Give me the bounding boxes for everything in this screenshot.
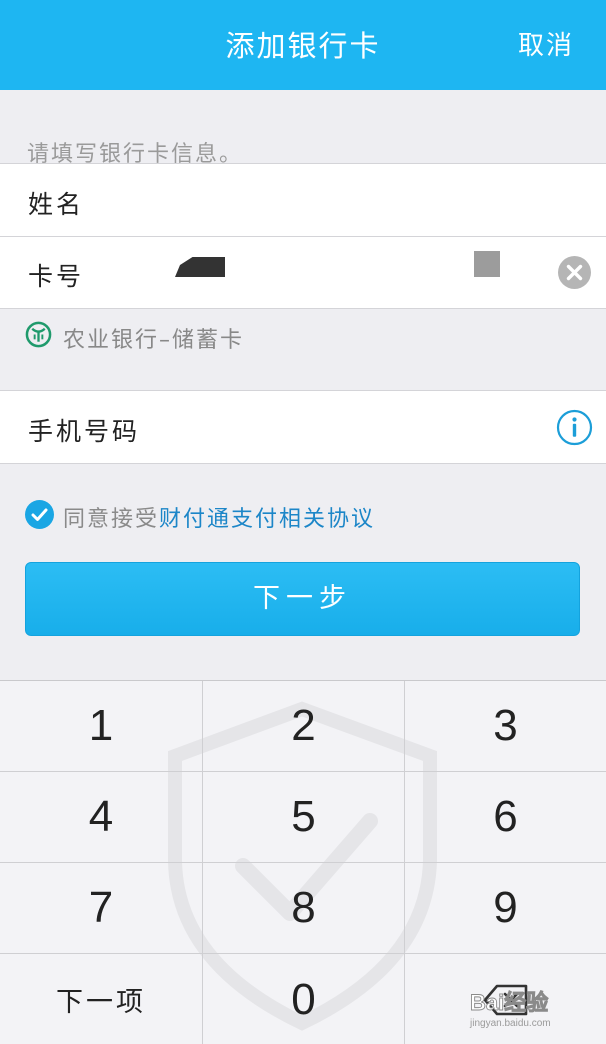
agreement-prefix: 同意接受 — [63, 507, 160, 532]
page-title: 添加银行卡 — [225, 29, 381, 63]
card-number-mask-tail — [474, 251, 500, 277]
key-8[interactable]: 8 — [203, 863, 404, 953]
phone-field[interactable]: 手机号码 — [0, 390, 606, 464]
key-0[interactable]: 0 — [203, 954, 404, 1044]
next-step-button[interactable]: 下一步 — [25, 562, 580, 636]
agree-checkbox[interactable] — [25, 500, 54, 529]
agreement-link[interactable]: 财付通支付相关协议 — [159, 507, 375, 532]
agreement-text: 同意接受财付通支付相关协议 — [63, 501, 375, 533]
watermark-text: Bai经验 — [470, 990, 548, 1015]
key-next-item[interactable]: 下一项 — [0, 954, 202, 1044]
name-label: 姓名 — [28, 190, 85, 219]
card-number-label: 卡号 — [28, 262, 85, 291]
key-4[interactable]: 4 — [0, 772, 202, 862]
bank-name: 农业银行–储蓄卡 — [63, 328, 245, 353]
key-2[interactable]: 2 — [203, 681, 404, 771]
key-1[interactable]: 1 — [0, 681, 202, 771]
key-6[interactable]: 6 — [405, 772, 606, 862]
key-9[interactable]: 9 — [405, 863, 606, 953]
phone-label: 手机号码 — [28, 417, 141, 446]
card-number-mask — [175, 257, 225, 277]
info-icon[interactable] — [556, 409, 593, 446]
cancel-button[interactable]: 取消 — [518, 0, 574, 90]
top-bar: 添加银行卡 取消 — [0, 0, 606, 90]
key-7[interactable]: 7 — [0, 863, 202, 953]
name-field[interactable]: 姓名 — [0, 163, 606, 237]
baidu-jingyan-watermark: Bai经验 jingyan.baidu.com — [469, 990, 551, 1029]
clear-icon[interactable] — [558, 256, 591, 289]
check-icon — [31, 508, 48, 521]
abc-bank-logo-icon — [25, 321, 52, 348]
key-5[interactable]: 5 — [203, 772, 404, 862]
card-number-field[interactable]: 卡号 — [0, 236, 606, 309]
watermark-subtext: jingyan.baidu.com — [469, 1018, 551, 1029]
key-3[interactable]: 3 — [405, 681, 606, 771]
